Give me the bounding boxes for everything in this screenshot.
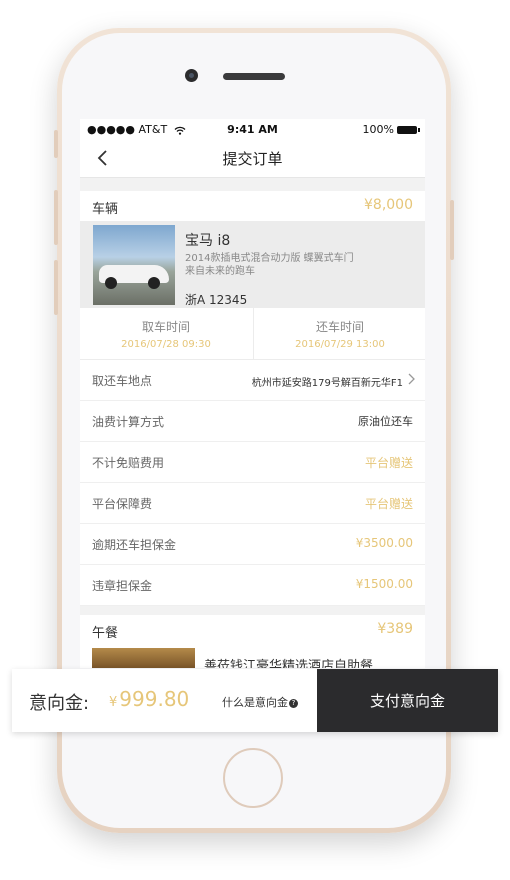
battery-status: 100% xyxy=(362,123,420,136)
late-return-deposit-row: 逾期还车担保金 ¥3500.00 xyxy=(80,524,425,565)
question-icon: ? xyxy=(289,698,298,708)
row-label: 取还车地点 xyxy=(92,374,153,388)
location-row[interactable]: 取还车地点 杭州市延安路179号解百新元华F1 xyxy=(80,360,425,401)
lunch-section-header: 午餐 ¥389 xyxy=(80,615,425,646)
hotel-name: 善莅钱江豪华精选酒店自助餐 xyxy=(204,659,374,668)
lunch-section-label: 午餐 xyxy=(92,626,119,641)
pickup-time[interactable]: 取车时间 2016/07/28 09:30 xyxy=(80,308,252,359)
return-time[interactable]: 还车时间 2016/07/29 13:00 xyxy=(253,308,425,359)
row-value: ¥1500.00 xyxy=(355,577,413,591)
hotel-image xyxy=(92,648,195,668)
deposit-help-link[interactable]: 什么是意向金? xyxy=(222,694,298,710)
deposit-bar: 意向金: ¥999.80 什么是意向金? 支付意向金 xyxy=(12,669,498,732)
lunch-price: ¥389 xyxy=(377,621,413,637)
car-plate: 浙A 12345 xyxy=(185,293,248,307)
row-value: 原油位还车 xyxy=(358,415,413,428)
car-card[interactable]: 宝马 i8 2014款插电式混合动力版 蝶翼式车门 来自未来的跑车 浙A 123… xyxy=(80,222,425,308)
row-label: 不计免赔费用 xyxy=(92,456,165,470)
page-title: 提交订单 xyxy=(222,150,283,168)
deposit-amount-value: 999.80 xyxy=(119,687,190,711)
hotel-card[interactable]: 善莅钱江豪华精选酒店自助餐 xyxy=(80,645,425,668)
app-screen: ●●●●● AT&T 9:41 AM 100% 提交订单 车辆 ¥8,000 宝… xyxy=(80,119,425,668)
row-label: 违章担保金 xyxy=(92,579,153,593)
deposit-help-label: 什么是意向金 xyxy=(222,696,288,709)
power-button xyxy=(450,200,454,260)
violation-deposit-row: 违章担保金 ¥1500.00 xyxy=(80,565,425,606)
row-label: 油费计算方式 xyxy=(92,415,165,429)
pay-deposit-label: 支付意向金 xyxy=(369,692,445,710)
row-value: 平台赠送 xyxy=(364,456,413,470)
return-time-label: 还车时间 xyxy=(315,320,364,334)
row-value: 平台赠送 xyxy=(364,497,413,511)
car-image xyxy=(93,225,175,305)
chevron-right-icon xyxy=(408,373,415,385)
vehicle-section-label: 车辆 xyxy=(92,202,119,217)
volume-up-button xyxy=(54,190,58,245)
row-label: 平台保障费 xyxy=(92,497,153,511)
volume-down-button xyxy=(54,260,58,315)
rental-times: 取车时间 2016/07/28 09:30 还车时间 2016/07/29 13… xyxy=(80,308,425,360)
vehicle-price: ¥8,000 xyxy=(364,197,413,213)
deductible-row: 不计免赔费用 平台赠送 xyxy=(80,442,425,483)
pickup-time-value: 2016/07/28 09:30 xyxy=(121,339,211,350)
mute-switch xyxy=(54,130,58,158)
protection-row: 平台保障费 平台赠送 xyxy=(80,483,425,524)
vehicle-section-header: 车辆 ¥8,000 xyxy=(80,191,425,222)
status-bar: ●●●●● AT&T 9:41 AM 100% xyxy=(80,119,425,139)
currency-symbol: ¥ xyxy=(109,695,118,710)
return-time-value: 2016/07/29 13:00 xyxy=(295,339,385,350)
home-button[interactable] xyxy=(223,748,283,808)
car-description: 2014款插电式混合动力版 蝶翼式车门 来自未来的跑车 xyxy=(185,253,354,277)
battery-icon xyxy=(397,126,420,134)
car-name: 宝马 i8 xyxy=(185,233,231,249)
deposit-amount: ¥999.80 xyxy=(109,687,189,711)
row-value: 杭州市延安路179号解百新元华F1 xyxy=(251,378,403,389)
battery-label: 100% xyxy=(362,123,394,136)
row-value: ¥3500.00 xyxy=(355,536,413,550)
front-camera xyxy=(185,69,198,82)
deposit-label: 意向金: xyxy=(29,693,90,714)
pickup-time-label: 取车时间 xyxy=(141,320,190,334)
earpiece-speaker xyxy=(223,73,285,80)
row-label: 逾期还车担保金 xyxy=(92,538,177,552)
fuel-row: 油费计算方式 原油位还车 xyxy=(80,401,425,442)
nav-bar: 提交订单 xyxy=(80,139,425,178)
pay-deposit-button[interactable]: 支付意向金 xyxy=(317,669,498,732)
